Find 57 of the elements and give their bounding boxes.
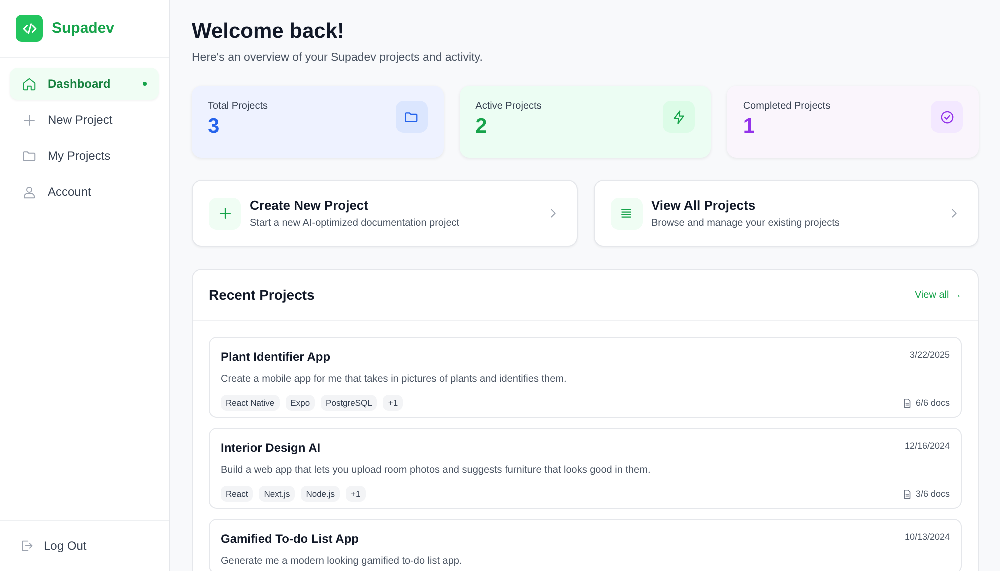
project-name: Gamified To-do List App [221,532,359,546]
logout-button[interactable]: Log Out [0,520,169,571]
nav-item[interactable]: New Project [10,104,159,136]
docs-count: 3/6 docs [916,489,950,499]
tech-tag: Node.js [301,486,340,502]
project-card[interactable]: Gamified To-do List App 10/13/2024 Generate me a modern looking gamified to-do list app. [209,519,962,571]
stat-label: Active Projects [476,101,542,112]
tech-tag: Next.js [259,486,296,502]
check-circle-icon [940,110,954,124]
project-card[interactable]: Interior Design AI 12/16/2024 Build a web app that lets you upload room photos and suggests furniture that looks good in them. React Next.js Node.js +1 3/6 docs [209,428,962,509]
action-title: Create New Project [250,198,370,213]
plus-icon [218,206,232,221]
project-description: Build a web app that lets you upload room photos and suggests furniture that looks good in them. [221,465,652,476]
section-title: Recent Projects [209,287,315,303]
active-dot [143,82,147,86]
stat-value: 1 [743,115,756,139]
page-subtitle: Here's an overview of your Supadev projects and activity. [192,52,484,64]
logout-icon [20,539,34,553]
tech-tag: React [221,486,254,502]
action-description: Browse and manage your existing projects [652,218,841,229]
tech-tag: PostgreSQL [321,395,378,411]
plus-icon [22,112,37,128]
stat-label: Completed Projects [743,101,831,112]
project-description: Create a mobile app for me that takes in pictures of plants and identifies them. [221,374,568,385]
project-name: Plant Identifier App [221,350,331,364]
document-icon [902,398,913,408]
stat-value: 3 [208,115,221,139]
nav-item[interactable]: Dashboard [10,68,159,100]
stat-value: 2 [476,115,488,139]
folder-icon [404,110,420,124]
project-name: Interior Design AI [221,441,321,455]
list-icon [619,206,634,221]
home-icon [22,76,37,92]
tech-tag: Expo [286,395,316,411]
project-date: 10/13/2024 [904,532,950,542]
tech-tag: React Native [221,395,280,411]
docs-count: 6/6 docs [916,398,950,408]
project-description: Generate me a modern looking gamified to-do list app. [221,556,464,567]
document-icon [902,488,913,500]
brand-name: Supadev [52,20,115,37]
project-card[interactable]: Plant Identifier App 3/22/2025 Create a mobile app for me that takes in pictures of plants and identifies them. React Native Expo PostgreSQL +1 6/6 docs [209,337,962,418]
stat-label: Total Projects [208,101,268,112]
user-icon [22,184,37,200]
folder-icon [22,148,37,164]
action-card[interactable]: View All Projects Browse and manage your existing projects [594,180,979,247]
action-card[interactable]: Create New Project Start a new AI-optimized documentation project [192,180,578,247]
tech-tag: +1 [383,395,404,411]
page-title: Welcome back! [192,20,345,44]
nav-item[interactable]: Account [10,176,159,208]
action-description: Start a new AI-optimized documentation project [250,218,461,229]
lightning-icon [672,110,687,124]
app-logo [16,15,43,42]
tech-tag: +1 [346,486,366,502]
action-title: View All Projects [652,198,757,213]
nav-item[interactable]: My Projects [10,140,159,172]
project-date: 12/16/2024 [904,441,950,451]
project-date: 3/22/2025 [910,350,950,360]
